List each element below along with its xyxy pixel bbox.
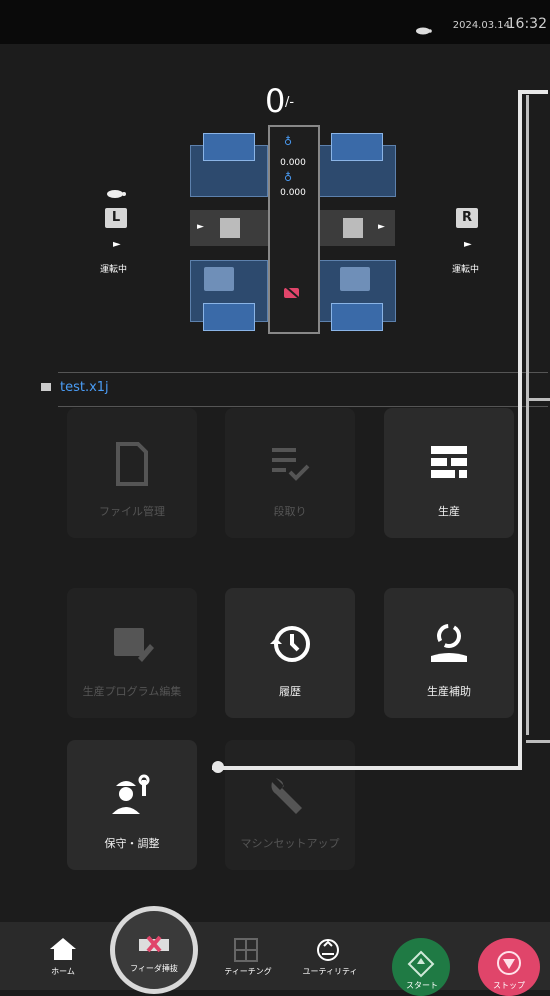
nav-teaching[interactable]: ティーチング — [220, 938, 276, 988]
no-camera-icon — [283, 285, 303, 305]
left-lane-status: 運転中 — [100, 265, 128, 275]
start-button[interactable]: スタート — [392, 938, 450, 996]
counter-unit: /- — [285, 95, 295, 110]
nav-label: ホーム — [51, 967, 75, 976]
tile-setup[interactable]: 段取り — [225, 408, 355, 538]
nav-label: ストップ — [493, 981, 525, 990]
tile-maintenance[interactable]: 保守・調整 — [67, 740, 197, 870]
tile-machine-setup[interactable]: マシンセットアップ — [225, 740, 355, 870]
tile-label: ファイル管理 — [99, 505, 165, 518]
maintenance-worker-icon — [112, 774, 150, 814]
feeder-grid-top-right — [331, 133, 383, 161]
edit-program-icon — [114, 628, 154, 662]
teaching-icon — [234, 938, 258, 962]
home-icon — [50, 938, 76, 960]
nav-label: スタート — [406, 981, 438, 990]
overlay-connector — [212, 766, 522, 770]
belt-arrow-left-icon: ► — [197, 222, 204, 232]
file-divider-bottom — [58, 406, 548, 407]
nav-home[interactable]: ホーム — [38, 938, 88, 988]
nav-label: ユーティリティ — [302, 967, 358, 976]
nozzle-right — [340, 267, 370, 291]
stop-icon — [497, 951, 521, 975]
feeder-icon — [139, 935, 169, 953]
panels-icon — [431, 446, 467, 478]
overlay-line-branch-1 — [526, 398, 550, 401]
tile-label: 生産プログラム編集 — [82, 685, 182, 698]
right-lane-arrow: ► — [464, 239, 472, 250]
right-lane-status: 運転中 — [452, 265, 480, 275]
left-lane-badge: L — [105, 208, 127, 228]
feeder-grid-top-left — [203, 133, 255, 161]
belt-arrow-right-icon: ► — [378, 222, 385, 232]
head-down-icon: ♁ — [284, 171, 293, 184]
document-icon — [116, 442, 148, 486]
start-icon — [407, 950, 435, 978]
feeder-grid-bottom-right — [331, 303, 383, 331]
head-up-icon: ♁ — [284, 135, 293, 148]
nozzle-left — [204, 267, 234, 291]
tile-label: 生産補助 — [427, 685, 471, 698]
status-date: 2024.03.14 — [452, 20, 510, 31]
tile-file-management[interactable]: ファイル管理 — [67, 408, 197, 538]
left-lane-arrow: ► — [113, 239, 121, 250]
tile-label: 保守・調整 — [104, 837, 160, 850]
current-program-file[interactable]: test.x1j — [60, 380, 109, 395]
head-value-bottom: 0.000 — [280, 188, 306, 198]
file-divider-top — [58, 372, 548, 373]
wrench-icon — [271, 778, 302, 814]
nav-utility[interactable]: ユーティリティ — [302, 938, 358, 988]
tile-program-edit[interactable]: 生産プログラム編集 — [67, 588, 197, 718]
utility-icon — [317, 939, 339, 961]
left-turtle-icon — [105, 184, 127, 203]
right-lane-badge: R — [456, 208, 478, 228]
board-left — [220, 218, 240, 238]
overlay-line-branch-2 — [526, 740, 550, 743]
nav-label: フィーダ挿抜 — [130, 964, 178, 973]
overlay-connector-dot — [212, 761, 224, 773]
recycle-hand-icon — [431, 624, 467, 662]
nav-feeder[interactable]: フィーダ挿抜 — [110, 906, 198, 994]
tile-label: 生産 — [438, 505, 460, 518]
status-bar: 2024.03.14 16:32 — [0, 0, 550, 44]
production-counter: 0 — [265, 82, 286, 120]
feeder-grid-bottom-left — [203, 303, 255, 331]
tile-label: マシンセットアップ — [240, 837, 340, 850]
tile-history[interactable]: 履歴 — [225, 588, 355, 718]
history-icon — [270, 626, 310, 662]
overlay-line-vertical-dup — [518, 90, 522, 770]
list-check-icon — [272, 448, 310, 481]
turtle-icon — [414, 20, 432, 39]
overlay-line-inner — [526, 95, 529, 735]
tile-label: 履歴 — [279, 685, 301, 698]
stop-button[interactable]: ストップ — [478, 938, 540, 996]
head-value-top: 0.000 — [280, 158, 306, 168]
tile-production[interactable]: 生産 — [384, 408, 514, 538]
tile-label: 段取り — [273, 505, 307, 518]
overlay-line-top — [518, 90, 548, 94]
machine-diagram[interactable]: ► ► ♁ 0.000 ♁ 0.000 — [190, 125, 396, 335]
nav-label: ティーチング — [224, 967, 272, 976]
board-right — [343, 218, 363, 238]
tile-production-assist[interactable]: 生産補助 — [384, 588, 514, 718]
file-icon — [41, 383, 51, 391]
status-time: 16:32 — [506, 16, 547, 32]
